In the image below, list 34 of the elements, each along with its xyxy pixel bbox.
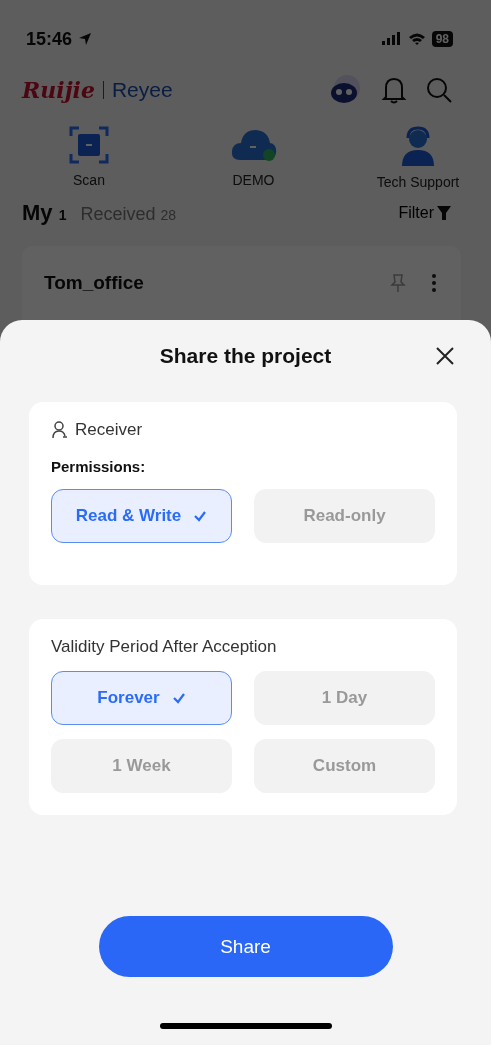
- action-label: Tech Support: [376, 174, 460, 190]
- action-label: DEMO: [232, 172, 275, 188]
- validity-option[interactable]: 1 Week: [51, 739, 232, 793]
- signal-icon: [381, 32, 402, 46]
- check-icon: [193, 510, 208, 522]
- product-logo: Reyee: [111, 78, 173, 102]
- pin-icon[interactable]: [389, 273, 407, 293]
- validity-option[interactable]: 1 Day: [254, 671, 435, 725]
- validity-label: Validity Period After Acception: [51, 637, 278, 657]
- battery-level: 98: [431, 31, 453, 47]
- permissions-label: Permissions:: [51, 458, 147, 475]
- permission-option[interactable]: Read & Write: [51, 489, 232, 543]
- validity-option[interactable]: Forever: [51, 671, 232, 725]
- wifi-icon: [407, 32, 426, 46]
- share-button[interactable]: Share: [98, 916, 393, 977]
- permission-option[interactable]: Read-only: [254, 489, 435, 543]
- sheet-title: Share the project: [159, 344, 332, 368]
- status-time: 15:46: [26, 28, 73, 50]
- funnel-icon: [437, 205, 451, 221]
- scan-icon[interactable]: [69, 126, 109, 164]
- filter-button[interactable]: Filter: [398, 204, 451, 222]
- location-arrow-icon: [78, 32, 93, 46]
- notification-bell-icon[interactable]: [381, 75, 407, 105]
- validity-option[interactable]: Custom: [254, 739, 435, 793]
- action-label: Scan: [73, 172, 105, 188]
- project-tab[interactable]: My 1: [22, 200, 67, 226]
- close-icon[interactable]: [435, 346, 455, 366]
- check-icon: [171, 692, 186, 704]
- search-icon[interactable]: [425, 76, 453, 104]
- person-icon[interactable]: [51, 421, 69, 439]
- brand-logo: Ruijie: [22, 77, 95, 103]
- project-name: Tom_office: [44, 272, 144, 294]
- receiver-label[interactable]: Receiver: [75, 420, 143, 440]
- more-icon[interactable]: [431, 273, 437, 293]
